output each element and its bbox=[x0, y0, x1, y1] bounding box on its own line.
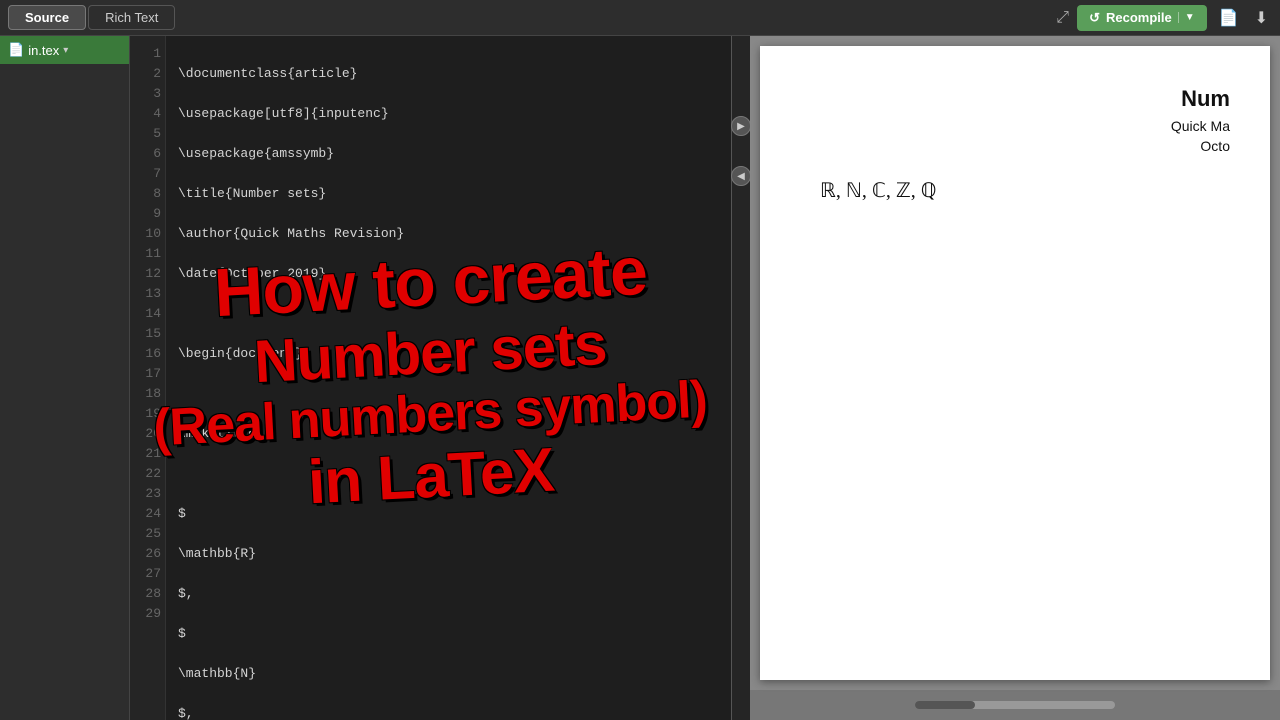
splitter-arrow-right[interactable]: ▶ bbox=[731, 116, 751, 136]
splitter-arrow-left[interactable]: ◀ bbox=[731, 166, 751, 186]
preview-bottom-bar bbox=[750, 690, 1280, 720]
preview-math-symbols: ℝ, ℕ, ℂ, ℤ, ℚ bbox=[820, 178, 1230, 203]
code-line-16: \mathbb{N} bbox=[178, 664, 719, 684]
file-item[interactable]: 📄 in.tex ▾ bbox=[0, 36, 129, 64]
code-line-5: \author{Quick Maths Revision} bbox=[178, 224, 719, 244]
code-line-8: \begin{document} bbox=[178, 344, 719, 364]
code-line-2: \usepackage[utf8]{inputenc} bbox=[178, 104, 719, 124]
preview-title: Num bbox=[800, 86, 1230, 112]
code-line-6: \date{October 2019} bbox=[178, 264, 719, 284]
download-icon-btn[interactable]: ⬇ bbox=[1251, 4, 1272, 32]
file-icon: 📄 bbox=[8, 42, 24, 58]
recompile-dropdown-arrow[interactable]: ▼ bbox=[1178, 12, 1195, 23]
line-numbers: 12345 678910 1112131415 1617181920 21222… bbox=[130, 36, 166, 720]
source-tab[interactable]: Source bbox=[8, 5, 86, 30]
code-line-7 bbox=[178, 304, 719, 324]
preview-date: Octo bbox=[800, 138, 1230, 154]
editor-content: 12345 678910 1112131415 1617181920 21222… bbox=[130, 36, 731, 720]
recompile-button[interactable]: ↺ Recompile ▼ bbox=[1077, 5, 1207, 31]
code-line-3: \usepackage{amssymb} bbox=[178, 144, 719, 164]
code-line-17: $, bbox=[178, 704, 719, 720]
editor-tab-group: Source Rich Text bbox=[8, 5, 175, 30]
recompile-icon: ↺ bbox=[1089, 10, 1100, 26]
code-line-11 bbox=[178, 464, 719, 484]
document-icon-btn[interactable]: 📄 bbox=[1215, 4, 1243, 32]
file-chevron-icon: ▾ bbox=[63, 45, 68, 56]
code-area[interactable]: \documentclass{article} \usepackage[utf8… bbox=[166, 36, 731, 720]
top-bar: Source Rich Text ⤢ ↺ Recompile ▼ 📄 ⬇ bbox=[0, 0, 1280, 36]
preview-scrollbar[interactable] bbox=[915, 701, 1115, 709]
code-line-12: $ bbox=[178, 504, 719, 524]
code-line-13: \mathbb{R} bbox=[178, 544, 719, 564]
toolbar-right: ⤢ ↺ Recompile ▼ 📄 ⬇ bbox=[1056, 4, 1272, 32]
code-line-15: $ bbox=[178, 624, 719, 644]
preview-author: Quick Ma bbox=[800, 118, 1230, 134]
recompile-label: Recompile bbox=[1106, 10, 1172, 25]
file-name: in.tex bbox=[28, 43, 59, 58]
editor-pane[interactable]: 12345 678910 1112131415 1617181920 21222… bbox=[130, 36, 732, 720]
main-layout: 📄 in.tex ▾ 12345 678910 1112131415 16171… bbox=[0, 36, 1280, 720]
preview-pane: Num Quick Ma Octo ℝ, ℕ, ℂ, ℤ, ℚ bbox=[750, 36, 1280, 720]
preview-scrollbar-thumb bbox=[915, 701, 975, 709]
left-sidebar: 📄 in.tex ▾ bbox=[0, 36, 130, 720]
preview-page: Num Quick Ma Octo ℝ, ℕ, ℂ, ℤ, ℚ bbox=[760, 46, 1270, 680]
rich-text-tab[interactable]: Rich Text bbox=[88, 5, 175, 30]
code-line-1: \documentclass{article} bbox=[178, 64, 719, 84]
code-line-14: $, bbox=[178, 584, 719, 604]
code-line-10: \maketitle bbox=[178, 424, 719, 444]
code-line-9 bbox=[178, 384, 719, 404]
code-line-4: \title{Number sets} bbox=[178, 184, 719, 204]
expand-icon[interactable]: ⤢ bbox=[1056, 9, 1069, 27]
editor-preview-splitter[interactable]: ▶ ◀ bbox=[732, 36, 750, 720]
